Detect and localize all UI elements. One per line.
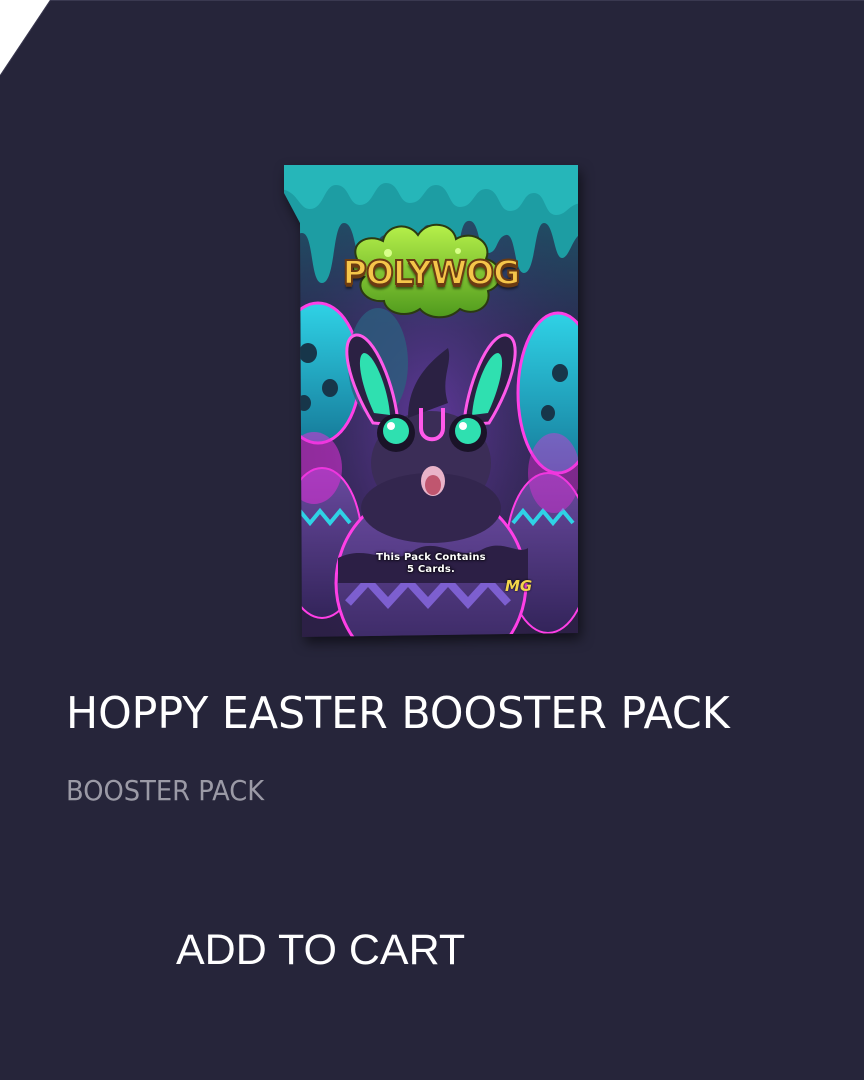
pack-contents-text: This Pack Contains — [376, 552, 486, 563]
add-to-cart-button[interactable]: ADD TO CART — [160, 915, 481, 985]
product-title: HOPPY EASTER BOOSTER PACK — [66, 688, 730, 739]
product-card[interactable]: POLYWOG This Pack Contains 5 Cards. MG H… — [0, 0, 864, 1080]
product-category: BOOSTER PACK — [66, 774, 265, 807]
booster-pack-image[interactable]: POLYWOG This Pack Contains 5 Cards. MG — [278, 163, 584, 643]
brand-logo: MG — [505, 577, 533, 595]
pack-card-count: 5 Cards. — [407, 564, 455, 575]
pack-logo-text: POLYWOG — [342, 252, 522, 293]
